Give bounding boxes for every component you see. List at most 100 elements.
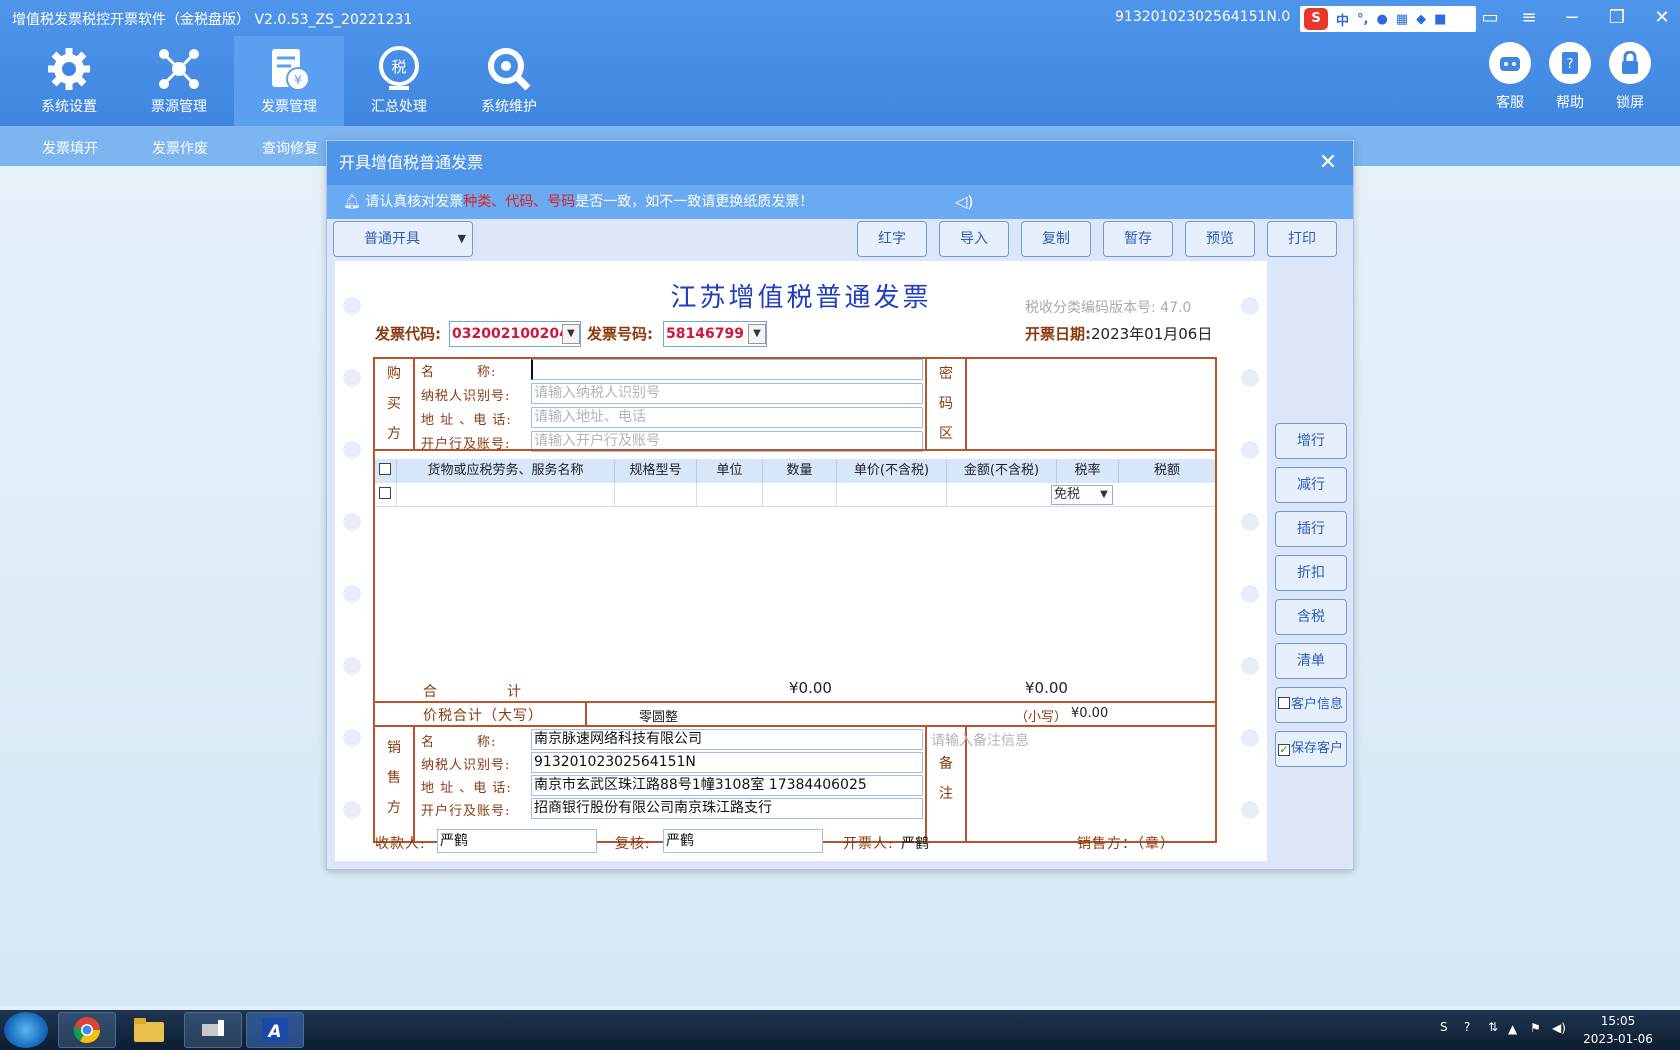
help-tray-icon[interactable]: ?: [1464, 1020, 1470, 1034]
tax-inclusive-button[interactable]: 含税: [1275, 599, 1347, 635]
gear-icon: [48, 48, 90, 90]
restore-icon[interactable]: ❐: [1601, 4, 1633, 32]
network-icon: [159, 49, 199, 89]
cell-goods-name[interactable]: [397, 483, 615, 507]
reviewer-input[interactable]: 严鹤: [663, 829, 823, 853]
seller-address-label: 地 址 、电 话:: [421, 781, 512, 796]
menu-icon[interactable]: ≡: [1513, 4, 1545, 32]
mic-icon[interactable]: ●: [1376, 12, 1387, 27]
dialog-close-icon[interactable]: ✕: [1315, 141, 1341, 185]
subnav-fill-invoice[interactable]: 发票填开: [42, 138, 98, 158]
password-label-2: 码: [939, 396, 953, 412]
buyer-name-input[interactable]: [531, 359, 923, 380]
action-center-icon[interactable]: ⚑: [1530, 1021, 1541, 1035]
cell-spec[interactable]: [615, 483, 697, 507]
payee-input[interactable]: 严鹤: [437, 829, 597, 853]
list-button[interactable]: 清单: [1275, 643, 1347, 679]
svg-text:税: 税: [391, 58, 406, 76]
select-all-checkbox[interactable]: [379, 463, 391, 475]
code-label: 发票代码:: [375, 325, 441, 343]
invoice-app-icon[interactable]: A: [246, 1012, 304, 1048]
toolbar-invoice-management[interactable]: ¥ 发票管理: [234, 36, 344, 126]
ime-toolbar[interactable]: S 中 °, ● ▦ ◆ ■: [1300, 6, 1476, 32]
buyer-label-1: 购: [387, 366, 401, 382]
checkbox-icon[interactable]: [1278, 697, 1290, 709]
row-checkbox[interactable]: [379, 487, 391, 499]
close-window-icon[interactable]: ✕: [1646, 4, 1678, 32]
subnav-query-repair[interactable]: 查询修复: [262, 138, 318, 158]
clock[interactable]: 15:05 2023-01-06: [1578, 1012, 1658, 1048]
folder-icon[interactable]: [120, 1012, 178, 1048]
show-hidden-icon[interactable]: ▲: [1508, 1022, 1517, 1036]
delete-row-button[interactable]: 减行: [1275, 467, 1347, 503]
drawer-label: 开票人:: [843, 836, 894, 852]
import-button[interactable]: 导入: [939, 221, 1009, 257]
tool-icon[interactable]: [184, 1012, 242, 1048]
save-customer-toggle[interactable]: ✓ 保存客户: [1275, 731, 1347, 767]
invoice-icon: ¥: [272, 49, 310, 91]
subnav-void-invoice[interactable]: 发票作废: [152, 138, 208, 158]
seller-name-input[interactable]: 南京脉速网络科技有限公司: [531, 729, 923, 750]
cell-tax-amount[interactable]: [1119, 483, 1215, 507]
cell-unit[interactable]: [697, 483, 763, 507]
customer-service-button[interactable]: 客服: [1480, 42, 1540, 112]
toolbar-system-settings[interactable]: 系统设置: [14, 36, 124, 126]
tax-rate-select[interactable]: 免税 ▼: [1051, 485, 1113, 505]
preview-button[interactable]: 预览: [1185, 221, 1255, 257]
toolbar-ticket-source[interactable]: 票源管理: [124, 36, 234, 126]
remark-input[interactable]: 请输入备注信息: [931, 730, 1029, 750]
customer-info-toggle[interactable]: 客户信息: [1275, 687, 1347, 723]
invoice-code: 032002100204: [452, 326, 569, 342]
ime-mode[interactable]: 中: [1336, 10, 1349, 29]
keyboard-icon[interactable]: ▦: [1396, 12, 1408, 27]
toolbar-summary[interactable]: 税 汇总处理: [344, 36, 454, 126]
cell-unit-price[interactable]: [837, 483, 947, 507]
punch-hole: [1241, 585, 1259, 603]
buyer-taxid-label: 纳税人识别号:: [421, 389, 511, 404]
minimize-icon[interactable]: −: [1556, 4, 1588, 32]
discount-button[interactable]: 折扣: [1275, 555, 1347, 591]
start-button[interactable]: [4, 1012, 48, 1048]
buyer-address-input[interactable]: 请输入地址、电话: [531, 407, 923, 428]
invoice-number-select[interactable]: 58146799 ▼: [663, 321, 767, 347]
chrome-icon[interactable]: [58, 1012, 116, 1048]
punch-hole: [343, 441, 361, 459]
insert-row-button[interactable]: 插行: [1275, 511, 1347, 547]
invoice-code-select[interactable]: 032002100204 ▼: [449, 321, 581, 347]
divider: [925, 725, 927, 843]
print-button[interactable]: 打印: [1267, 221, 1337, 257]
seller-bank-input[interactable]: 招商银行股份有限公司南京珠江路支行: [531, 798, 923, 819]
checkbox-checked-icon[interactable]: ✓: [1278, 744, 1290, 756]
seller-address-input[interactable]: 南京市玄武区珠江路88号1幢3108室 17384406025: [531, 775, 923, 796]
issue-mode-select[interactable]: 普通开具 ▼: [333, 221, 473, 257]
punch-hole: [1241, 729, 1259, 747]
chat-icon[interactable]: ▭: [1474, 4, 1506, 32]
speaker-icon[interactable]: ◁): [955, 185, 974, 219]
divider: [373, 449, 1217, 451]
table-row: 免税 ▼: [375, 483, 1215, 507]
copy-button[interactable]: 复制: [1021, 221, 1091, 257]
wrench-icon: [488, 48, 531, 91]
network-tray-icon[interactable]: ⇅: [1488, 1020, 1498, 1034]
right-tool-label: 锁屏: [1616, 95, 1644, 111]
skin-icon[interactable]: ◆: [1416, 12, 1426, 27]
toolbar-label: 系统设置: [41, 99, 97, 115]
buyer-taxid-input[interactable]: 请输入纳税人识别号: [531, 383, 923, 404]
toolbar-label: 票源管理: [151, 99, 207, 115]
volume-icon[interactable]: ◀): [1552, 1021, 1566, 1035]
cell-quantity[interactable]: [763, 483, 837, 507]
help-button[interactable]: ? 帮助: [1540, 42, 1600, 112]
clock-date: 2023-01-06: [1583, 1032, 1653, 1046]
cell-amount[interactable]: [947, 483, 1057, 507]
grid-icon[interactable]: ■: [1434, 12, 1446, 27]
add-row-button[interactable]: 增行: [1275, 423, 1347, 459]
lock-screen-button[interactable]: 锁屏: [1600, 42, 1660, 112]
toolbar-maintenance[interactable]: 系统维护: [454, 36, 564, 126]
ime-punct[interactable]: °,: [1357, 12, 1368, 27]
save-draft-button[interactable]: 暂存: [1103, 221, 1173, 257]
seller-taxid-input[interactable]: 91320102302564151N: [531, 752, 923, 773]
chevron-down-icon: ▼: [457, 232, 466, 245]
ime-tray-icon[interactable]: S: [1440, 1020, 1448, 1034]
red-invoice-button[interactable]: 红字: [857, 221, 927, 257]
punch-hole: [343, 657, 361, 675]
